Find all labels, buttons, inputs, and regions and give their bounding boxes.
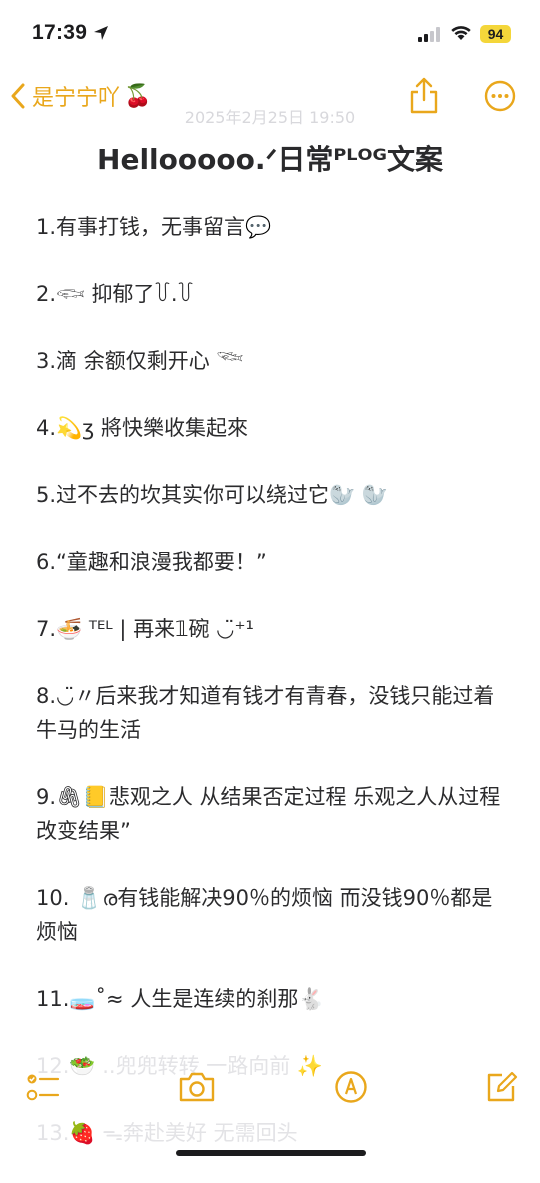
wifi-icon (451, 26, 471, 40)
note-line: 4.💫ʒ 將快樂收集起來 (36, 416, 248, 440)
note-line: 9.🖇📒悲观之人 从结果否定过程 乐观之人从过程改变结果” (36, 785, 501, 843)
note-date: 2025年2月25日 19:50 (184, 108, 356, 127)
note-line: 6.“童趣和浪漫我都要！” (36, 550, 267, 574)
note-line: 7.🍜 ᵀᴱᴸ | 再来𝟙碗 ◡̈⁺¹ (36, 617, 254, 641)
status-time: 17:39 (32, 21, 88, 44)
note-line: 11.🧫˚≈ 人生是连续的刹那🐇 (36, 987, 325, 1011)
location-arrow-icon (94, 26, 108, 40)
compose-icon[interactable] (484, 1070, 518, 1104)
checklist-icon[interactable] (26, 1070, 60, 1104)
note-line: 8.◡̈〃后来我才知道有钱才有青春，没钱只能过着牛马的生活 (36, 684, 495, 742)
cellular-signal-icon (418, 26, 442, 42)
markup-pen-icon[interactable] (334, 1070, 368, 1104)
note-body[interactable]: 1.有事打钱，无事留言💬 2.𓆟 抑郁了꒦.꒦ 3.滴 余额仅剩开心 𓆝 4.💫… (36, 210, 506, 1183)
home-indicator[interactable] (176, 1150, 366, 1156)
bottom-toolbar (0, 1060, 540, 1124)
note-title[interactable]: Hellooooo.ᐟ日常ᴾᴸᴼᴳ文案 (0, 138, 540, 178)
note-line: 2.𓆟 抑郁了꒦.꒦ (36, 282, 194, 306)
note-line: 1.有事打钱，无事留言💬 (36, 215, 272, 239)
note-line: 3.滴 余额仅剩开心 𓆝 (36, 349, 244, 373)
note-line: 10. 🧂ര有钱能解决90％的烦恼 而没钱90％都是烦恼 (36, 886, 493, 944)
battery-indicator: 94 (480, 25, 511, 43)
status-bar: 17:39 94 (0, 0, 540, 70)
note-line: 5.过不去的坎其实你可以绕过它🦭 🦭 (36, 483, 389, 507)
camera-icon[interactable] (178, 1070, 216, 1104)
